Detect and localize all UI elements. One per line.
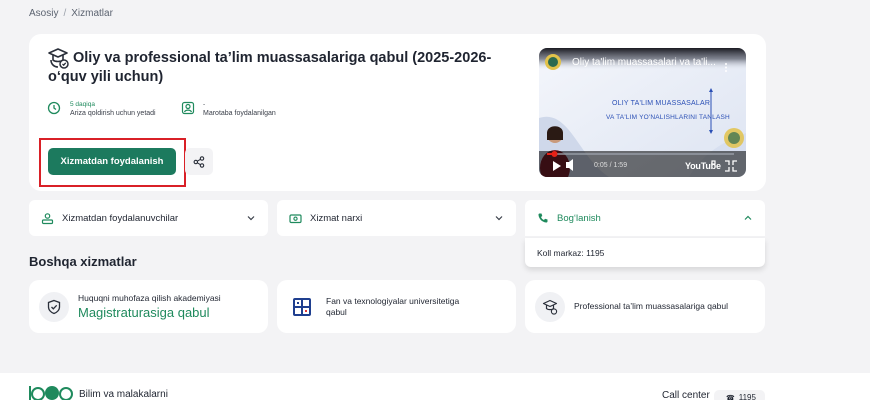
breadcrumb-separator: / [63, 8, 67, 19]
accordion-price-label: Xizmat narxi [310, 212, 363, 224]
accordion-price[interactable]: Xizmat narxi [277, 200, 516, 236]
use-service-button[interactable]: Xizmatdan foydalanish [48, 148, 176, 175]
accordion-contact[interactable]: Bog‘lanish [525, 200, 765, 236]
service-academy-line2: Magistraturasiga qabul [78, 304, 210, 320]
footer-logo-icon[interactable] [28, 383, 74, 400]
other-services-title: Boshqa xizmatlar [29, 254, 137, 269]
service-card-professional[interactable]: Professional ta’lim muassasalariga qabul [525, 280, 765, 333]
video-progress-track[interactable] [547, 153, 734, 155]
share-icon [193, 155, 205, 168]
chevron-down-icon [247, 216, 255, 221]
chevron-up-icon [744, 215, 752, 220]
service-professional-line1: Professional ta’lim muassasalariga qabul [574, 301, 729, 311]
video-time: 0:05 / 1:59 [594, 162, 628, 169]
breadcrumb-current: Xizmatlar [71, 8, 113, 19]
contact-dropdown: Koll markaz: 1195 [525, 238, 765, 267]
breadcrumb: Asosiy / Xizmatlar [29, 8, 113, 19]
university-logo-icon [293, 297, 311, 316]
clock-icon [47, 101, 61, 115]
accordion-users[interactable]: Xizmatdan foydalanuvchilar [29, 200, 268, 236]
call-center-label: Call center [662, 390, 710, 400]
service-card-university[interactable]: Fan va texnologiyalar universitetiga qab… [277, 280, 516, 333]
duration-label: Ariza qoldirish uchun yetadi [70, 110, 156, 117]
service-academy-line1: Huquqni muhofaza qilish akademiyasi [78, 292, 221, 303]
user-badge-icon [181, 101, 195, 115]
video-progress-knob[interactable] [551, 151, 558, 157]
call-center-number: Koll markaz: 1195 [537, 248, 605, 258]
accordion-users-label: Xizmatdan foydalanuvchilar [62, 212, 179, 224]
duration-value: 5 daqiqa [70, 101, 95, 108]
video-slide-line1: OLIY TA'LIM MUASSASALARI [612, 100, 713, 107]
share-button[interactable] [185, 148, 213, 175]
service-university-line1: Fan va texnologiyalar universitetiga [326, 295, 460, 306]
video-title[interactable]: Oliy ta'lim muassasalari va ta'li... [572, 57, 722, 68]
more-menu-icon[interactable] [725, 70, 727, 72]
footer-brand-text: Bilim va malakalarni [79, 389, 168, 400]
graduation-cap-icon [542, 299, 558, 315]
breadcrumb-home[interactable]: Asosiy [29, 8, 58, 19]
youtube-logo[interactable]: YouTube [685, 161, 721, 171]
phone-small-icon: ☎ [726, 395, 735, 400]
users-value: - [203, 101, 206, 108]
users-icon [41, 212, 54, 224]
call-center-phone[interactable]: ☎ 1195 [714, 390, 765, 400]
shield-check-icon [47, 299, 61, 314]
call-center-phone-number: 1195 [738, 393, 756, 400]
phone-icon [538, 213, 548, 223]
users-label: Marotaba foydalanilgan [203, 110, 276, 117]
service-title: Oliy va professional ta’lim muassasalari… [48, 50, 492, 85]
service-university-line2: qabul [326, 306, 347, 317]
chevron-down-icon [495, 216, 503, 221]
video-slide-line2: VA TA'LIM YO'NALISHLARINI TANLASH [606, 114, 730, 121]
price-tag-icon [289, 213, 302, 223]
accordion-contact-label: Bog‘lanish [557, 212, 601, 224]
service-card-academy[interactable]: Huquqni muhofaza qilish akademiyasi Magi… [29, 280, 268, 333]
